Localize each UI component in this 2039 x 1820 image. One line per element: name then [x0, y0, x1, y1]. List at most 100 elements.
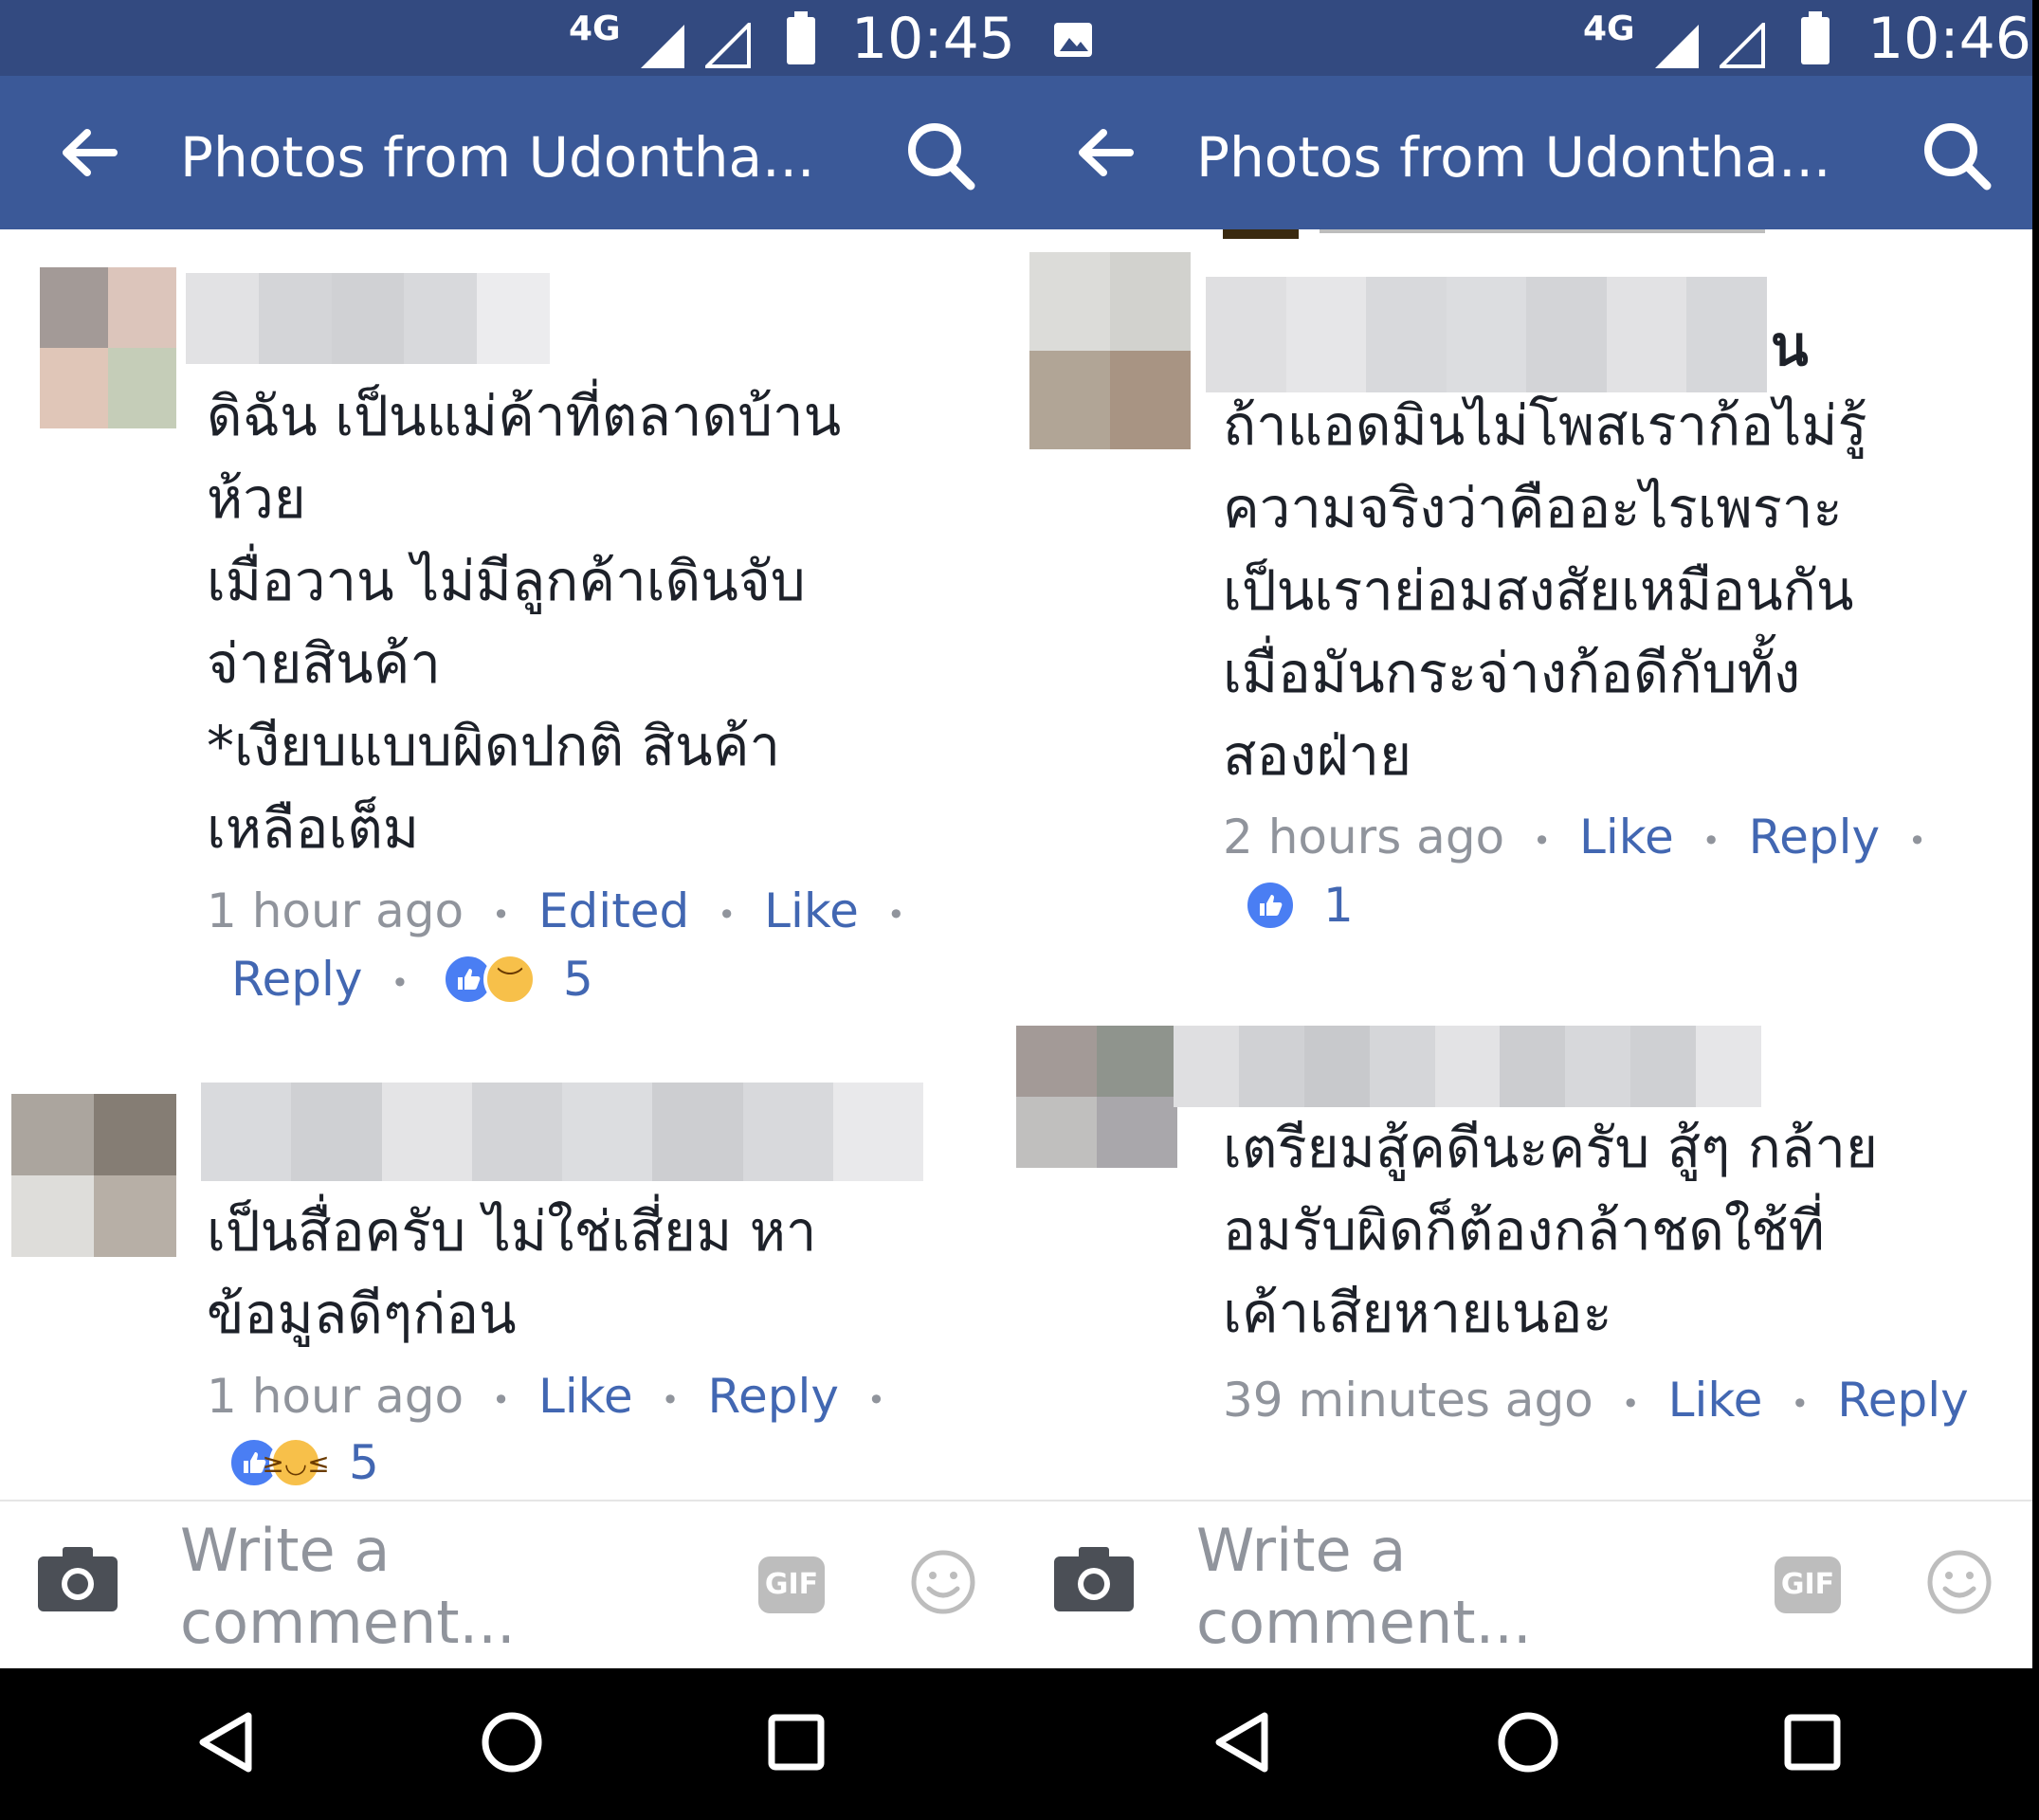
- reaction-summary[interactable]: ≥◡≤ 5: [228, 1435, 379, 1490]
- avatar[interactable]: [1029, 252, 1191, 449]
- back-arrow-icon[interactable]: [61, 127, 118, 178]
- avatar[interactable]: [40, 267, 176, 428]
- separator-dot: •: [1533, 822, 1552, 859]
- comment-line: ถ้าแอดมินไม่โพสเราก้อไม่รู้: [1223, 393, 1867, 458]
- page-title: Photos from Udontha...: [1196, 125, 1831, 190]
- separator-dot: •: [718, 896, 737, 933]
- comment-meta: 39 minutes ago • Like • Reply: [1223, 1373, 1969, 1428]
- status-bar: 4G 10:46: [1016, 0, 2032, 76]
- reaction-count: 5: [563, 952, 593, 1007]
- network-type: 4G: [569, 9, 621, 48]
- signal-outline-icon: [705, 23, 751, 68]
- search-icon[interactable]: [904, 119, 976, 191]
- reply-button[interactable]: Reply: [1837, 1373, 1968, 1428]
- sad-icon: ︶: [483, 953, 537, 1006]
- emoji-icon[interactable]: [910, 1549, 976, 1615]
- comment-line: จ่ายสินค้า: [207, 631, 441, 696]
- like-button[interactable]: Like: [1579, 810, 1674, 864]
- gif-button[interactable]: GIF: [1775, 1556, 1841, 1613]
- comment-line: ข้อมูลดีๆก่อน: [207, 1282, 517, 1346]
- signal-outline-icon: [1720, 23, 1765, 68]
- right-screen: 4G 10:46 Photos from Udontha... น ถ้าแอด…: [1016, 0, 2032, 1668]
- comment-line: เมื่อวาน ไม่มีลูกค้าเดินจับ: [207, 549, 806, 613]
- reaction-count: 5: [349, 1435, 379, 1490]
- comment-meta-row2: Reply •: [231, 952, 437, 1007]
- separator-dot: •: [492, 1381, 510, 1418]
- separator-dot: •: [1621, 1385, 1640, 1422]
- avatar[interactable]: [11, 1094, 176, 1257]
- app-bar: Photos from Udontha...: [0, 76, 1016, 229]
- emoji-icon[interactable]: [1926, 1549, 1993, 1615]
- network-type: 4G: [1583, 9, 1635, 48]
- comment-composer: Write a comment... GIF: [1016, 1500, 2032, 1668]
- comment-line: เค้าเสียหายเนอะ: [1223, 1281, 1612, 1345]
- signal-icon: [1655, 25, 1699, 68]
- home-nav-icon[interactable]: [474, 1704, 550, 1780]
- reaction-count: 1: [1323, 878, 1354, 933]
- status-time: 10:46: [1867, 6, 2031, 72]
- separator-dot: •: [1908, 822, 1926, 859]
- comment-line: เป็นสื่อครับ ไม่ใช่เสี่ยม หา: [207, 1199, 817, 1264]
- comments-list: น ถ้าแอดมินไม่โพสเราก้อไม่รู้ ความจริงว่…: [1016, 229, 2032, 1500]
- back-nav-icon[interactable]: [1206, 1704, 1282, 1780]
- reaction-summary[interactable]: 1: [1244, 878, 1354, 933]
- avatar[interactable]: [1016, 1026, 1177, 1168]
- back-nav-icon[interactable]: [190, 1704, 265, 1780]
- comment-line: เตรียมสู้คดีนะครับ สู้ๆ กล้าย: [1223, 1116, 1878, 1180]
- image-notification-icon: [1054, 23, 1092, 57]
- comment-composer: Write a comment... GIF: [0, 1500, 1016, 1668]
- separator-dot: •: [391, 964, 410, 1001]
- back-arrow-icon[interactable]: [1077, 127, 1134, 178]
- commenter-name-blurred[interactable]: [186, 273, 550, 364]
- recents-nav-icon[interactable]: [1775, 1704, 1850, 1780]
- home-nav-icon[interactable]: [1490, 1704, 1566, 1780]
- like-button[interactable]: Like: [538, 1369, 633, 1424]
- comment-timestamp: 1 hour ago: [207, 1369, 464, 1424]
- comment-input[interactable]: Write a comment...: [180, 1515, 516, 1659]
- comment-placeholder: comment...: [1196, 1588, 1532, 1657]
- like-button[interactable]: Like: [1668, 1373, 1763, 1428]
- comment-timestamp: 2 hours ago: [1223, 810, 1505, 864]
- reply-button[interactable]: Reply: [708, 1369, 839, 1424]
- comment-timestamp: 1 hour ago: [207, 883, 464, 938]
- left-screen: 4G 10:45 Photos from Udontha... ดิฉัน เป…: [0, 0, 1016, 1668]
- separator-dot: •: [886, 896, 905, 933]
- camera-icon[interactable]: [1052, 1545, 1136, 1613]
- signal-icon: [641, 25, 684, 68]
- haha-icon: ≥◡≤: [262, 1436, 330, 1489]
- comment-meta: 2 hours ago • Like • Reply •: [1223, 810, 1955, 864]
- status-bar: 4G 10:45: [0, 0, 1016, 76]
- comment-line: อมรับผิดก็ต้องกล้าชดใช้ที่: [1223, 1198, 1825, 1263]
- comment-meta: 1 hour ago • Edited • Like •: [207, 883, 934, 938]
- commenter-name-blurred[interactable]: [201, 1083, 923, 1181]
- like-icon: [1244, 879, 1297, 932]
- comment-line: สองฝ่าย: [1223, 723, 1412, 788]
- comment-placeholder: comment...: [180, 1588, 516, 1657]
- system-nav-bar: [0, 1668, 2039, 1820]
- battery-icon: [787, 11, 815, 64]
- edited-link[interactable]: Edited: [538, 883, 689, 938]
- comment-line: ดิฉัน เป็นแม่ค้าที่ตลาดบ้าน: [207, 384, 842, 448]
- comment-line: เป็นเราย่อมสงสัยเหมือนกัน: [1223, 558, 1854, 623]
- status-time: 10:45: [851, 6, 1015, 72]
- reply-button[interactable]: Reply: [231, 952, 362, 1007]
- comment-meta: 1 hour ago • Like • Reply •: [207, 1369, 914, 1424]
- reaction-summary[interactable]: ︶ 5: [442, 952, 593, 1007]
- like-button[interactable]: Like: [764, 883, 859, 938]
- gif-button[interactable]: GIF: [758, 1556, 825, 1613]
- search-icon[interactable]: [1921, 119, 1993, 191]
- comment-input[interactable]: Write a comment...: [1196, 1515, 1532, 1659]
- comment-line: *เงียบแบบผิดปกติ สินค้า: [207, 714, 781, 778]
- comment-timestamp: 39 minutes ago: [1223, 1373, 1593, 1428]
- commenter-name-blurred[interactable]: [1174, 1026, 1762, 1107]
- separator-dot: •: [1702, 822, 1720, 859]
- camera-icon[interactable]: [36, 1545, 119, 1613]
- comment-placeholder: Write a: [180, 1516, 391, 1585]
- commenter-name-blurred[interactable]: [1206, 277, 1768, 392]
- recents-nav-icon[interactable]: [758, 1704, 834, 1780]
- battery-icon: [1801, 11, 1830, 64]
- comment-line: ห้วย: [207, 466, 306, 531]
- cutoff-avatar: [1223, 229, 1299, 239]
- comment-line: เหลือเต็ม: [207, 796, 420, 861]
- reply-button[interactable]: Reply: [1749, 810, 1880, 864]
